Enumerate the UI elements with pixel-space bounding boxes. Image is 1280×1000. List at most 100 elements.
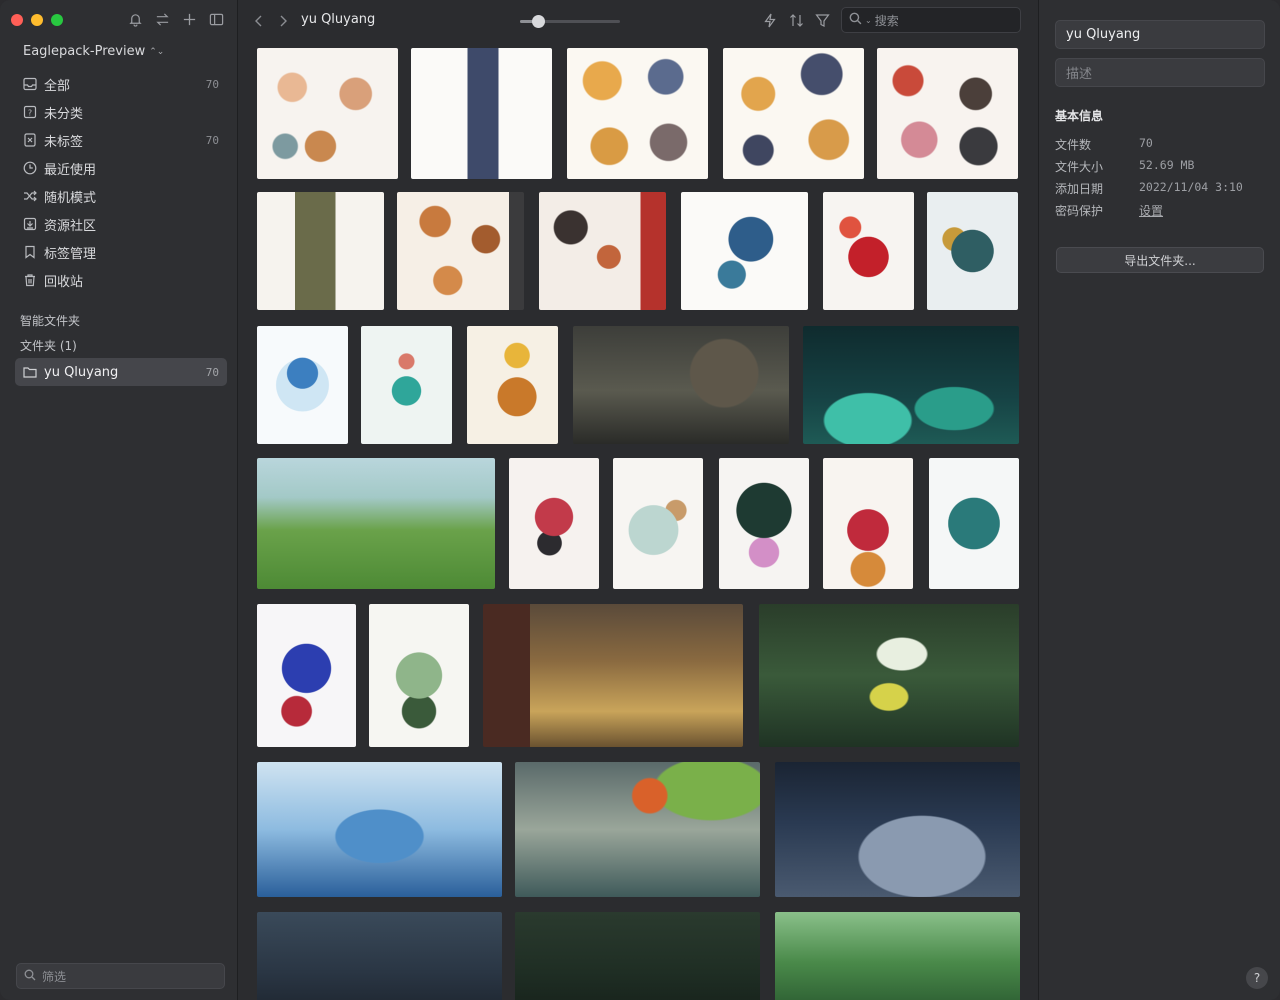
password-settings-link[interactable]: 设置 xyxy=(1139,202,1163,219)
info-row-file-size: 文件大小 52.69 MB xyxy=(1055,158,1194,175)
app-window: Eaglepack-Preview ⌃⌄ 全部 70 ? 未分类 未标签 70 … xyxy=(0,0,1280,1000)
bookmark-icon xyxy=(23,245,37,259)
image-thumbnail[interactable] xyxy=(681,192,808,310)
shuffle-icon xyxy=(23,189,37,203)
info-key: 文件数 xyxy=(1055,138,1092,152)
back-icon[interactable] xyxy=(254,13,264,32)
folder-name-field[interactable]: yu Qluyang xyxy=(1055,20,1265,49)
export-folder-button[interactable]: 导出文件夹... xyxy=(1056,247,1264,273)
sidebar-item-random[interactable]: 随机模式 xyxy=(15,182,227,210)
sidebar-item-untagged[interactable]: 未标签 70 xyxy=(15,126,227,154)
sidebar-item-label: 未分类 xyxy=(44,106,84,122)
inbox-icon xyxy=(23,77,37,91)
sidebar-item-community[interactable]: 资源社区 xyxy=(15,210,227,238)
forward-icon[interactable] xyxy=(278,13,288,32)
chevron-down-icon[interactable]: ⌄ xyxy=(865,16,872,25)
inspector-panel: yu Qluyang 描述 基本信息 文件数 70 文件大小 52.69 MB … xyxy=(1038,0,1280,1000)
sidebar-folder-item[interactable]: yu Qluyang 70 xyxy=(15,358,227,386)
image-thumbnail[interactable] xyxy=(257,458,495,589)
image-thumbnail[interactable] xyxy=(257,326,348,444)
image-thumbnail[interactable] xyxy=(257,762,502,897)
image-thumbnail[interactable] xyxy=(257,604,356,747)
image-thumbnail[interactable] xyxy=(613,458,703,589)
sidebar-item-label: 资源社区 xyxy=(44,218,97,234)
image-thumbnail[interactable] xyxy=(723,48,864,179)
image-thumbnail[interactable] xyxy=(361,326,452,444)
image-thumbnail[interactable] xyxy=(515,762,760,897)
clock-icon xyxy=(23,161,37,175)
image-thumbnail[interactable] xyxy=(573,326,789,444)
folder-label: yu Qluyang xyxy=(44,364,119,380)
image-thumbnail[interactable] xyxy=(539,192,666,310)
image-thumbnail[interactable] xyxy=(775,762,1020,897)
image-thumbnail[interactable] xyxy=(823,192,914,310)
unfiled-icon: ? xyxy=(23,105,37,119)
image-thumbnail[interactable] xyxy=(515,912,760,1000)
help-button[interactable]: ? xyxy=(1246,967,1268,989)
sidebar-item-count: 70 xyxy=(205,77,219,91)
image-thumbnail[interactable] xyxy=(397,192,524,310)
image-thumbnail[interactable] xyxy=(759,604,1019,747)
minimize-window-button[interactable] xyxy=(31,14,43,26)
sidebar-item-trash[interactable]: 回收站 xyxy=(15,266,227,294)
info-key: 添加日期 xyxy=(1055,182,1104,196)
bell-icon[interactable] xyxy=(127,11,144,28)
filter-placeholder: 筛选 xyxy=(42,969,67,984)
folder-section-title[interactable]: 文件夹 (1) xyxy=(20,337,77,354)
sidebar-item-recent[interactable]: 最近使用 xyxy=(15,154,227,182)
image-thumbnail[interactable] xyxy=(775,912,1020,1000)
sidebar-toggle-icon[interactable] xyxy=(208,11,225,28)
history-nav xyxy=(254,13,288,32)
image-thumbnail[interactable] xyxy=(257,192,384,310)
filter-input[interactable]: 筛选 xyxy=(16,963,225,989)
sidebar-toolbar xyxy=(127,11,225,28)
image-thumbnail[interactable] xyxy=(411,48,552,179)
sidebar-item-all[interactable]: 全部 70 xyxy=(15,70,227,98)
image-thumbnail[interactable] xyxy=(719,458,809,589)
library-name: Eaglepack-Preview xyxy=(23,44,146,59)
info-value: 70 xyxy=(1139,136,1153,150)
image-thumbnail[interactable] xyxy=(929,458,1019,589)
image-thumbnail[interactable] xyxy=(257,48,398,179)
library-switcher[interactable]: Eaglepack-Preview ⌃⌄ xyxy=(23,44,164,59)
smart-folder-section-title[interactable]: 智能文件夹 xyxy=(20,312,80,329)
window-controls xyxy=(11,14,63,26)
image-thumbnail[interactable] xyxy=(257,912,502,1000)
folder-icon xyxy=(23,365,37,379)
image-thumbnail[interactable] xyxy=(483,604,743,747)
image-thumbnail[interactable] xyxy=(509,458,599,589)
sync-icon[interactable] xyxy=(154,11,171,28)
lightning-icon[interactable] xyxy=(762,12,778,28)
image-thumbnail[interactable] xyxy=(369,604,469,747)
image-thumbnail[interactable] xyxy=(567,48,708,179)
zoom-slider[interactable] xyxy=(520,15,620,28)
chevron-updown-icon: ⌃⌄ xyxy=(149,46,165,57)
description-field[interactable]: 描述 xyxy=(1055,58,1265,87)
zoom-slider-knob[interactable] xyxy=(531,15,545,28)
info-key: 文件大小 xyxy=(1055,160,1104,174)
sidebar-item-count: 70 xyxy=(205,133,219,147)
close-window-button[interactable] xyxy=(11,14,23,26)
main-content: yu Qluyang ⌄ 搜索 xyxy=(238,0,1038,1000)
info-row-date-added: 添加日期 2022/11/04 3:10 xyxy=(1055,180,1243,197)
info-key: 密码保护 xyxy=(1055,204,1104,218)
community-icon xyxy=(23,217,37,231)
image-thumbnail[interactable] xyxy=(823,458,913,589)
svg-text:?: ? xyxy=(28,109,32,118)
sort-icon[interactable] xyxy=(788,12,804,28)
image-thumbnail[interactable] xyxy=(467,326,558,444)
toolbar-actions xyxy=(762,12,830,28)
image-thumbnail[interactable] xyxy=(927,192,1018,310)
filter-icon[interactable] xyxy=(814,12,830,28)
sidebar-item-tags[interactable]: 标签管理 xyxy=(15,238,227,266)
maximize-window-button[interactable] xyxy=(51,14,63,26)
image-thumbnail[interactable] xyxy=(877,48,1018,179)
sidebar-item-label: 未标签 xyxy=(44,134,84,150)
add-icon[interactable] xyxy=(181,11,198,28)
main-toolbar: yu Qluyang ⌄ 搜索 xyxy=(238,0,1038,40)
search-input[interactable]: ⌄ 搜索 xyxy=(841,7,1021,33)
info-row-file-count: 文件数 70 xyxy=(1055,136,1153,153)
image-thumbnail[interactable] xyxy=(803,326,1019,444)
sidebar-item-unfiled[interactable]: ? 未分类 xyxy=(15,98,227,126)
sidebar-item-label: 回收站 xyxy=(44,274,84,290)
